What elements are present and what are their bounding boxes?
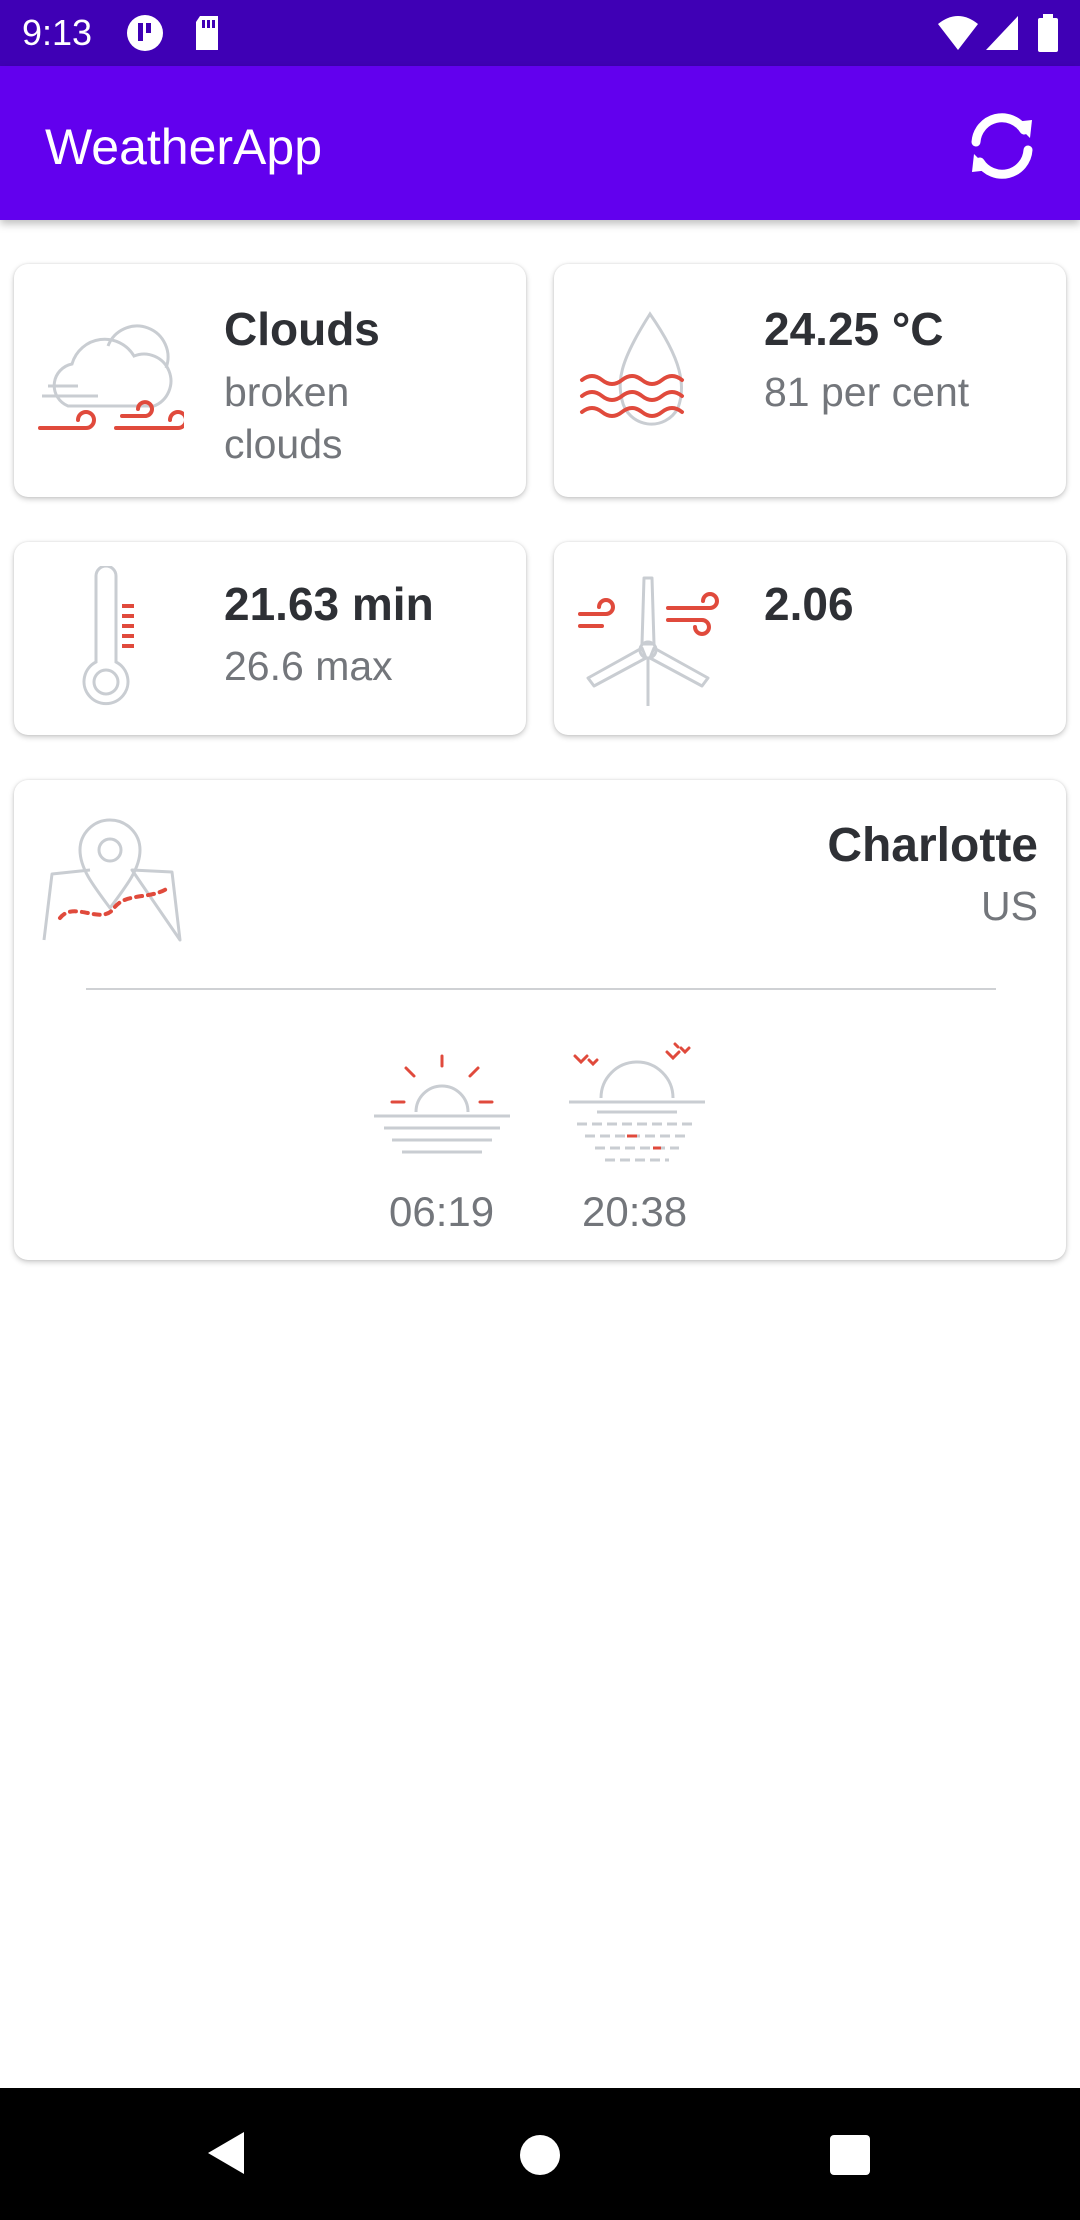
city-name: Charlotte [827,819,1038,872]
wind-card: 2.06 [554,542,1066,735]
min-temperature: 21.63 min [224,578,434,630]
app-bar: WeatherApp [0,66,1080,220]
battery-icon [1038,14,1058,52]
back-icon[interactable] [200,2128,250,2178]
notification-icon [127,15,163,51]
home-icon[interactable] [518,2133,562,2177]
wind-turbine-icon [578,576,719,706]
wind-speed: 2.06 [764,578,854,630]
country-code: US [981,883,1038,929]
minmax-card: 21.63 min 26.6 max [14,542,526,735]
max-temperature: 26.6 max [224,643,393,689]
condition-title: Clouds [224,303,380,355]
temperature-card: 24.25 °C 81 per cent [554,264,1066,497]
navigation-bar [0,2088,1080,2220]
sd-card-icon [196,16,218,50]
sunset-time: 20:38 [582,1188,688,1235]
sunrise-icon [374,1054,510,1154]
signal-icon [986,16,1018,50]
status-time: 9:13 [22,12,93,53]
app-title: WeatherApp [45,119,323,175]
refresh-icon[interactable] [962,106,1042,186]
sunrise-time: 06:19 [389,1188,495,1235]
thermometer-icon [82,566,134,706]
humidity-drop-icon [580,311,684,426]
location-card: Charlotte US 06:19 20:38 [14,780,1066,1260]
divider [86,988,996,990]
humidity-value: 81 per cent [764,369,970,415]
map-pin-icon [42,818,182,942]
recents-icon[interactable] [828,2133,872,2177]
condition-card: Clouds broken clouds [14,264,526,497]
cloud-wind-icon [38,324,184,430]
temperature-value: 24.25 °C [764,303,944,355]
wifi-icon [938,16,978,50]
status-bar: 9:13 [0,0,1080,66]
sunset-icon [569,1042,705,1162]
condition-description: broken clouds [224,369,350,467]
